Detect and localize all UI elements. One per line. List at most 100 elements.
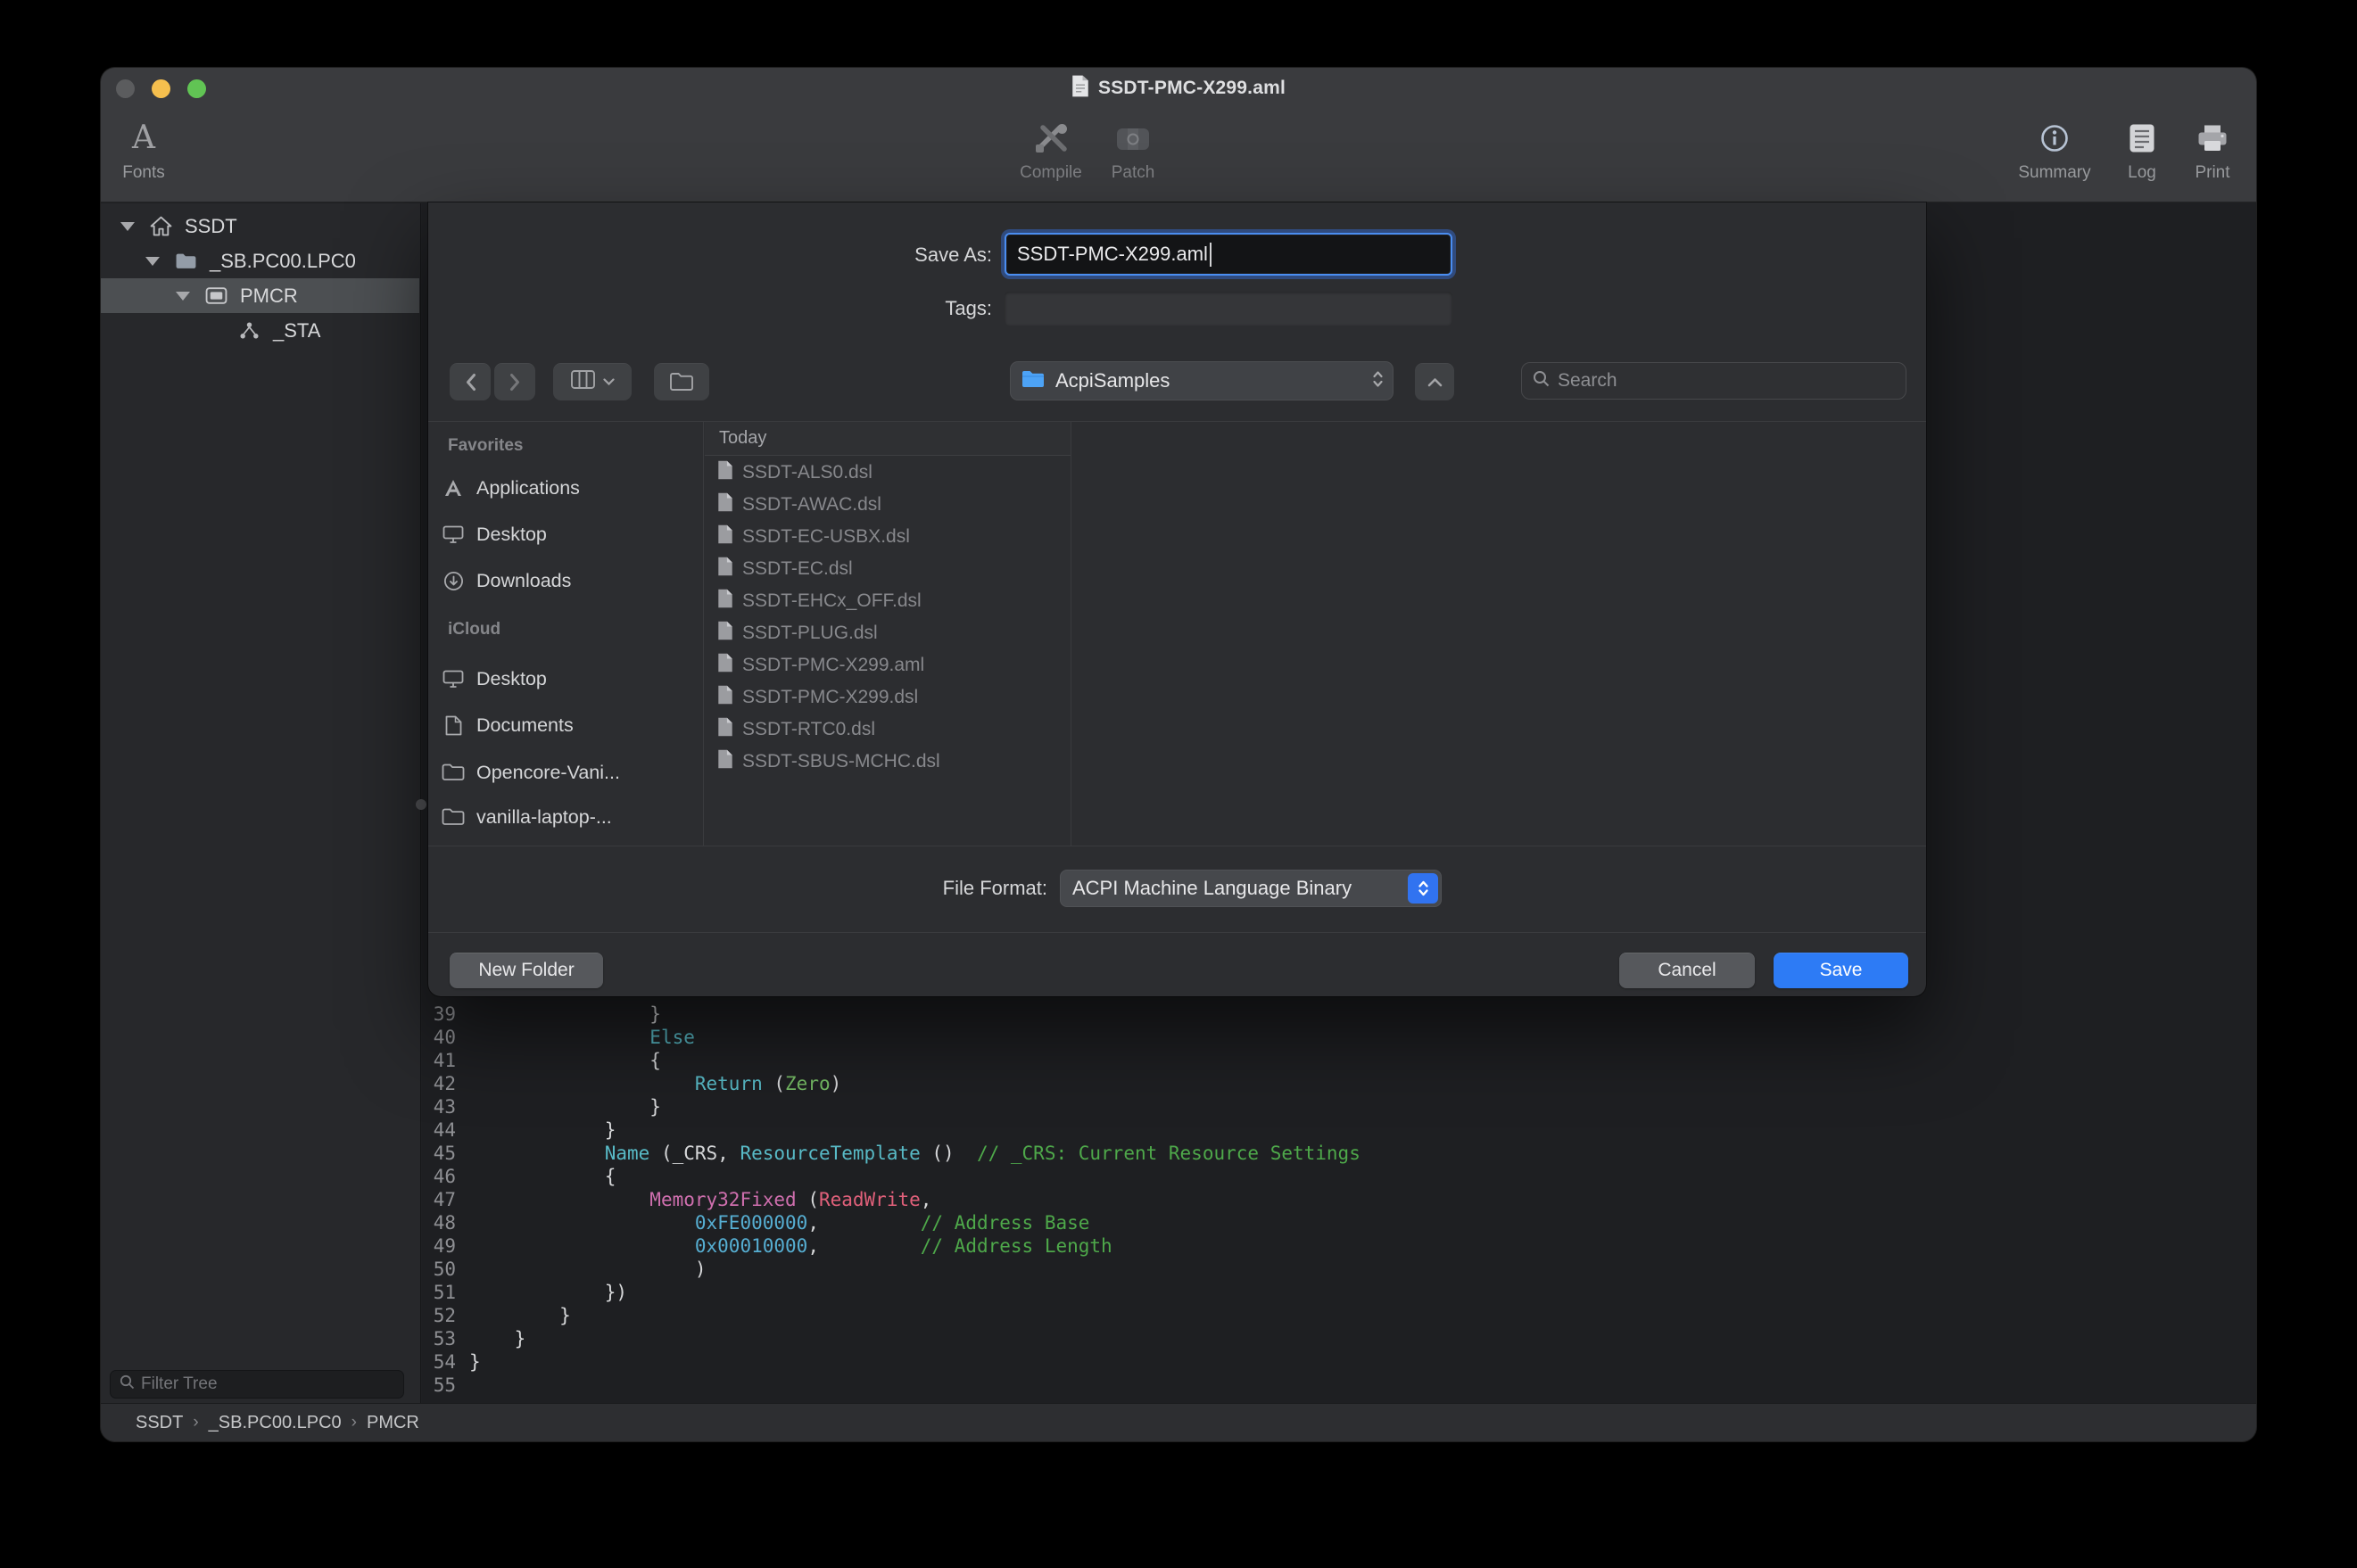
file-list-item[interactable]: SSDT-RTC0.dsl xyxy=(705,714,1071,746)
folder-icon xyxy=(174,252,197,270)
document-icon xyxy=(1071,75,1089,102)
compile-button[interactable]: Compile xyxy=(1008,118,1094,183)
tree-item-ssdt[interactable]: SSDT xyxy=(101,209,419,243)
forward-button[interactable] xyxy=(494,363,535,400)
device-icon xyxy=(204,286,227,305)
file-list-item[interactable]: SSDT-EC-USBX.dsl xyxy=(705,521,1071,553)
splitter-handle[interactable] xyxy=(416,799,426,810)
file-list-item[interactable]: SSDT-SBUS-MCHC.dsl xyxy=(705,746,1071,778)
breadcrumb-separator: › xyxy=(351,1413,357,1432)
save-as-input[interactable]: SSDT-PMC-X299.aml xyxy=(1005,233,1452,276)
line-number: 52 xyxy=(422,1304,456,1327)
new-folder-icon-button[interactable] xyxy=(654,363,709,400)
line-number: 39 xyxy=(422,1003,456,1026)
up-directory-button[interactable] xyxy=(1415,363,1454,400)
sidebar-item-label: Opencore-Vani... xyxy=(476,762,620,784)
save-as-label: Save As: xyxy=(428,235,992,276)
code-line: 39 } xyxy=(422,1003,2256,1026)
tree-item-sb-pc00-lpc0[interactable]: _SB.PC00.LPC0 xyxy=(101,243,419,278)
breadcrumb-item[interactable]: PMCR xyxy=(367,1413,419,1433)
file-group-header: Today xyxy=(705,422,1071,456)
code-line: 51 }) xyxy=(422,1281,2256,1304)
favorites-header: Favorites xyxy=(448,436,523,456)
downloads-icon xyxy=(441,571,466,591)
line-number: 46 xyxy=(422,1165,456,1188)
title-wrap: SSDT-PMC-X299.aml xyxy=(101,68,2256,109)
file-list-item[interactable]: SSDT-AWAC.dsl xyxy=(705,489,1071,521)
file-name: SSDT-ALS0.dsl xyxy=(742,462,873,483)
columns-view-icon xyxy=(571,370,595,393)
chevron-down-icon xyxy=(603,374,615,390)
filter-tree-field[interactable] xyxy=(110,1370,404,1399)
breadcrumb-item[interactable]: _SB.PC00.LPC0 xyxy=(209,1413,342,1433)
breadcrumb-item[interactable]: SSDT xyxy=(136,1413,183,1433)
tree-item-sta[interactable]: _STA xyxy=(101,313,419,348)
line-number: 45 xyxy=(422,1142,456,1165)
sidebar-item-opencore-folder[interactable]: Opencore-Vani... xyxy=(441,755,698,790)
file-list-column: Today SSDT-ALS0.dsl SSDT-AWAC.dslSSDT-EC-… xyxy=(705,422,1071,846)
desktop-icon xyxy=(441,525,466,544)
disclosure-triangle-icon[interactable] xyxy=(145,257,160,266)
tree-item-pmcr[interactable]: PMCR xyxy=(101,278,419,313)
document-file-icon xyxy=(717,460,733,485)
cancel-button[interactable]: Cancel xyxy=(1619,953,1755,988)
file-list-item[interactable]: SSDT-PLUG.dsl xyxy=(705,617,1071,649)
code-line: 53 } xyxy=(422,1327,2256,1350)
method-icon xyxy=(237,321,261,340)
code-lines: 39 }40 Else41 {42 Return (Zero)43 }44 }4… xyxy=(422,1003,2256,1397)
disclosure-triangle-icon[interactable] xyxy=(120,222,135,231)
tags-input[interactable] xyxy=(1005,292,1452,326)
line-number: 47 xyxy=(422,1188,456,1211)
tree-item-label: SSDT xyxy=(185,215,237,238)
sidebar-item-icloud-desktop[interactable]: Desktop xyxy=(441,661,698,697)
search-field[interactable] xyxy=(1521,362,1906,400)
location-popup[interactable]: AcpiSamples xyxy=(1010,361,1394,400)
file-list-item[interactable]: SSDT-ALS0.dsl xyxy=(705,457,1071,489)
breadcrumb-separator: › xyxy=(193,1413,198,1432)
fonts-label: Fonts xyxy=(122,163,165,183)
sidebar-item-label: vanilla-laptop-... xyxy=(476,806,612,829)
fonts-button[interactable]: A Fonts xyxy=(101,118,186,183)
code-line: 50 ) xyxy=(422,1258,2256,1281)
updown-chevrons-icon xyxy=(1371,368,1385,394)
code-line: 47 Memory32Fixed (ReadWrite, xyxy=(422,1188,2256,1211)
print-icon xyxy=(2196,118,2229,159)
line-number: 54 xyxy=(422,1350,456,1374)
view-mode-button[interactable] xyxy=(553,363,632,400)
filter-tree-input[interactable] xyxy=(141,1374,394,1394)
sidebar-item-vanilla-folder[interactable]: vanilla-laptop-... xyxy=(441,799,698,835)
line-number: 53 xyxy=(422,1327,456,1350)
file-name: SSDT-PLUG.dsl xyxy=(742,623,878,644)
acpi-tree: SSDT _SB.PC00.LPC0 PMCR _STA xyxy=(101,209,419,348)
sidebar-item-applications[interactable]: Applications xyxy=(441,470,698,506)
disclosure-triangle-icon[interactable] xyxy=(176,292,190,301)
home-icon xyxy=(149,216,172,236)
print-button[interactable]: Print xyxy=(2170,118,2255,183)
code-line: 45 Name (_CRS, ResourceTemplate () // _C… xyxy=(422,1142,2256,1165)
sidebar-item-desktop[interactable]: Desktop xyxy=(441,516,698,552)
titlebar[interactable]: SSDT-PMC-X299.aml xyxy=(101,68,2256,109)
file-list-item[interactable]: SSDT-PMC-X299.aml xyxy=(705,649,1071,681)
screen: { "window": { "title": "SSDT-PMC-X299.am… xyxy=(0,0,2357,1568)
line-number: 43 xyxy=(422,1095,456,1118)
file-list-item[interactable]: SSDT-EC.dsl xyxy=(705,553,1071,585)
file-format-popup[interactable]: ACPI Machine Language Binary xyxy=(1060,870,1442,907)
file-name: SSDT-EC.dsl xyxy=(742,558,853,580)
summary-button[interactable]: Summary xyxy=(2012,118,2097,183)
file-name: SSDT-EHCx_OFF.dsl xyxy=(742,590,922,612)
file-list-item[interactable]: SSDT-EHCx_OFF.dsl xyxy=(705,585,1071,617)
search-input[interactable] xyxy=(1558,370,1895,392)
code-line: 48 0xFE000000, // Address Base xyxy=(422,1211,2256,1234)
code-line: 40 Else xyxy=(422,1026,2256,1049)
app-window: SSDT-PMC-X299.aml A Fonts Compile Patch xyxy=(101,68,2256,1441)
new-folder-button[interactable]: New Folder xyxy=(450,953,603,988)
folder-icon xyxy=(441,763,466,781)
patch-button[interactable]: Patch xyxy=(1090,118,1176,183)
save-button[interactable]: Save xyxy=(1774,953,1908,988)
back-button[interactable] xyxy=(450,363,491,400)
updown-chevrons-icon xyxy=(1408,873,1438,904)
file-list-item[interactable]: SSDT-PMC-X299.dsl xyxy=(705,681,1071,714)
summary-label: Summary xyxy=(2018,163,2090,183)
sidebar-item-downloads[interactable]: Downloads xyxy=(441,563,698,598)
sidebar-item-documents[interactable]: Documents xyxy=(441,707,698,743)
